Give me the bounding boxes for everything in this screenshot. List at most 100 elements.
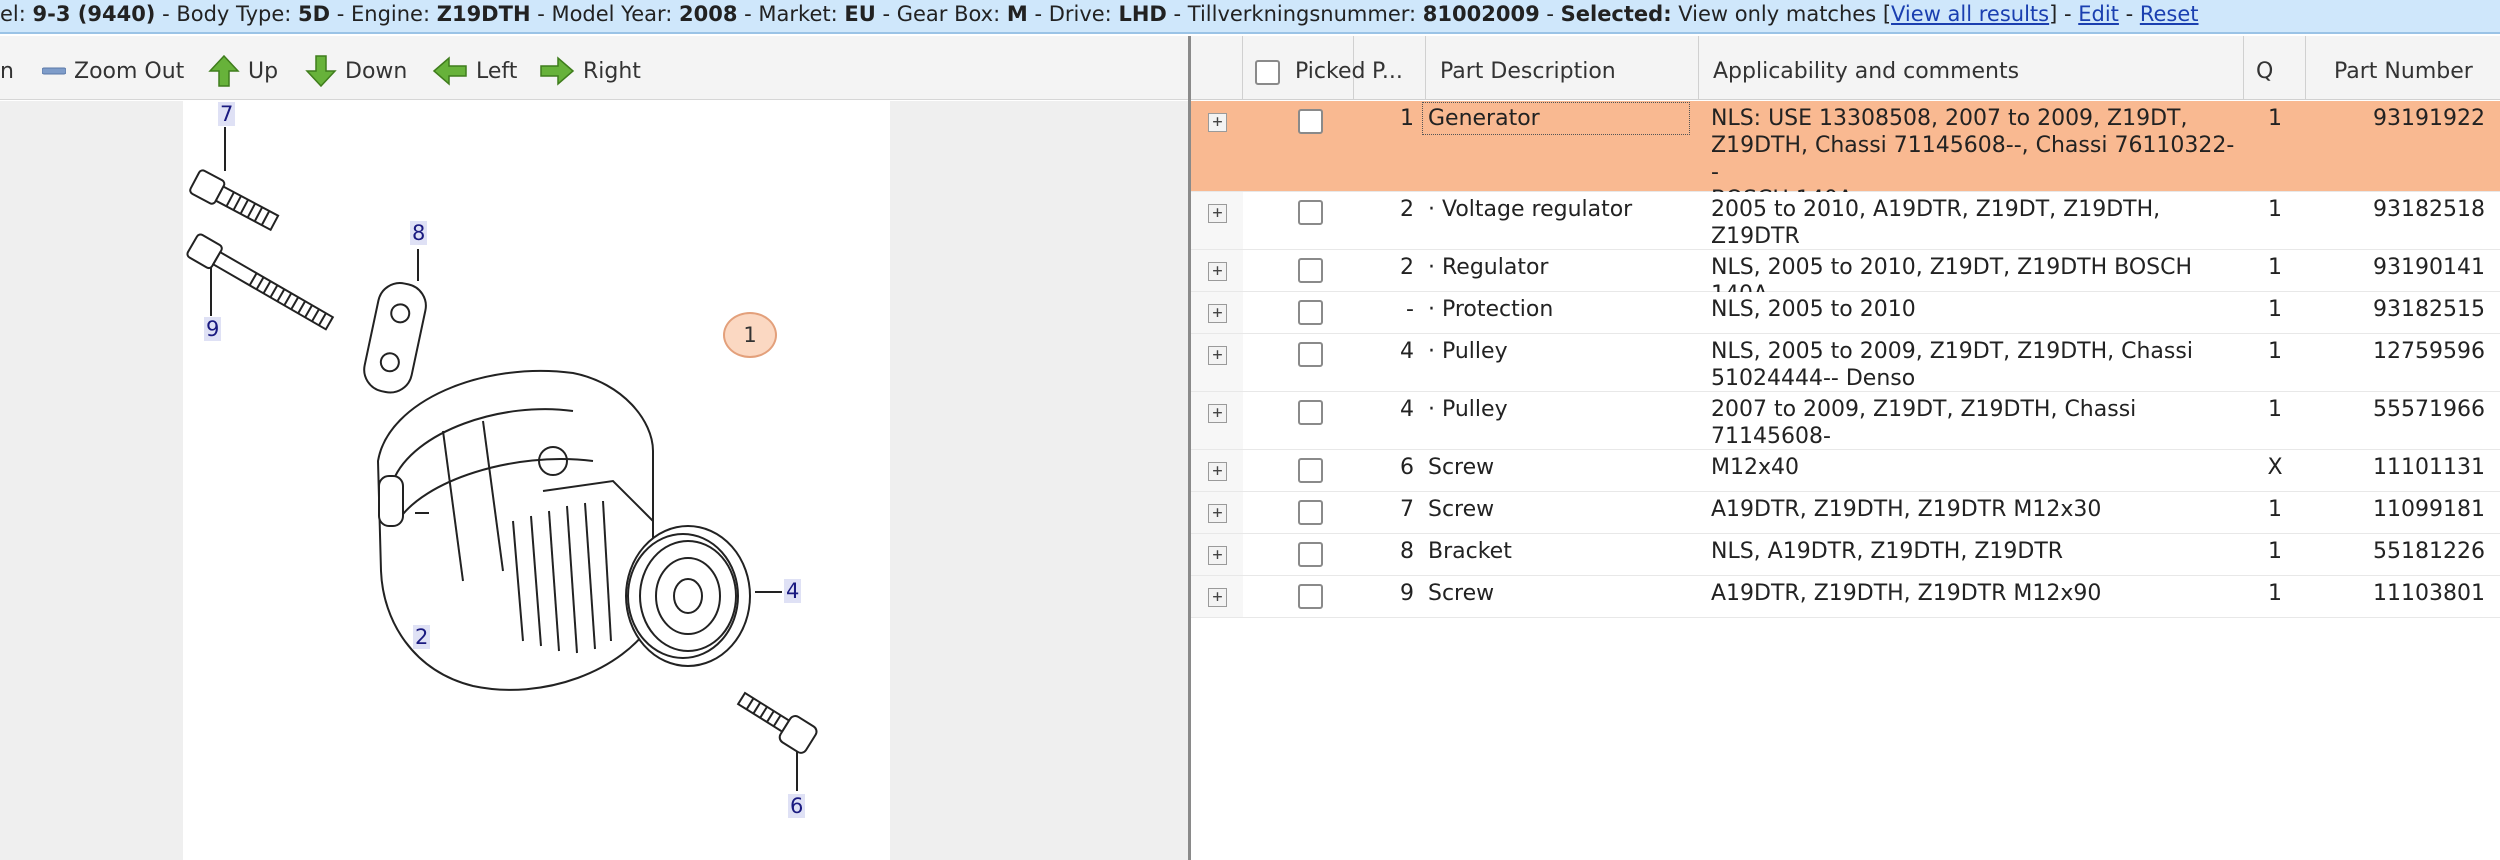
- expand-row-icon[interactable]: +: [1208, 304, 1227, 323]
- view-all-results-link[interactable]: View all results: [1891, 2, 2049, 26]
- expand-row-icon[interactable]: +: [1208, 113, 1227, 132]
- arrow-down-icon: [305, 54, 337, 88]
- row-part-description: Generator: [1422, 102, 1690, 135]
- row-part-description: · Pulley: [1428, 339, 1508, 364]
- row-part-number[interactable]: 93190141: [2306, 254, 2485, 281]
- expand-row-icon[interactable]: +: [1208, 546, 1227, 565]
- header-picked[interactable]: Picked: [1243, 36, 1365, 100]
- table-row[interactable]: +4 · Pulley 2007 to 2009, Z19DT, Z19DTH, C…: [1191, 392, 2500, 476]
- callout-4[interactable]: 4: [784, 579, 802, 603]
- vehicle-info-segment: -: [1539, 2, 1561, 26]
- row-position: 7: [1400, 497, 1414, 522]
- row-part-number[interactable]: 11099181: [2306, 496, 2485, 523]
- row-position: 4: [1400, 339, 1414, 364]
- expand-row-icon[interactable]: +: [1208, 504, 1227, 523]
- row-position: 2: [1400, 255, 1414, 280]
- row-part-number[interactable]: 93182515: [2306, 296, 2485, 323]
- exploded-view-diagram[interactable]: 7 8 9 1 2 4 6: [183, 101, 890, 860]
- row-position: 1: [1400, 106, 1414, 131]
- expand-row-icon[interactable]: +: [1208, 262, 1227, 281]
- row-part-number[interactable]: 55181226: [2306, 538, 2485, 565]
- picked-checkbox[interactable]: [1298, 400, 1323, 425]
- expand-row-icon[interactable]: +: [1208, 588, 1227, 607]
- row-quantity: 1: [2268, 497, 2282, 522]
- row-part-number[interactable]: 11101131: [2306, 454, 2485, 481]
- header-position[interactable]: P...: [1354, 36, 1426, 100]
- pan-left-button[interactable]: Left: [432, 54, 517, 88]
- pan-down-button[interactable]: Down: [305, 54, 407, 88]
- header-applicability[interactable]: Applicability and comments: [1699, 36, 2244, 100]
- row-part-number[interactable]: 55571966: [2306, 396, 2485, 423]
- row-part-number[interactable]: 12759596: [2306, 338, 2485, 365]
- vehicle-info-segment: - Drive:: [1027, 2, 1119, 26]
- callout-6[interactable]: 6: [788, 794, 806, 818]
- row-part-description: · Protection: [1428, 297, 1554, 322]
- applicability-line: 2005 to 2010, A19DTR, Z19DT, Z19DTH, Z19…: [1711, 197, 2161, 249]
- picked-checkbox[interactable]: [1298, 300, 1323, 325]
- vehicle-info-bar: el: 9-3 (9440) - Body Type: 5D - Engine:…: [0, 0, 2500, 34]
- header-part-description[interactable]: Part Description: [1426, 36, 1699, 100]
- applicability-line: M12x40: [1711, 455, 1799, 480]
- pan-right-button[interactable]: Right: [539, 54, 641, 88]
- diagram-toolbar: n Zoom Out Up Down Left Right: [0, 36, 1188, 100]
- vehicle-info-segment: el:: [0, 2, 33, 26]
- table-row[interactable]: + - · Protection NLS, 2005 to 2010 1 93182515: [1191, 292, 2500, 334]
- table-row[interactable]: +7 Screw A19DTR, Z19DTH, Z19DTR M12x30 1 110…: [1191, 492, 2500, 534]
- header-quantity[interactable]: Q: [2244, 36, 2306, 100]
- row-quantity: 1: [2268, 255, 2282, 280]
- row-part-number[interactable]: 11103801: [2306, 580, 2485, 607]
- expand-row-icon[interactable]: +: [1208, 204, 1227, 223]
- picked-checkbox[interactable]: [1298, 342, 1323, 367]
- down-label: Down: [345, 58, 408, 84]
- callout-9[interactable]: 9: [204, 317, 222, 341]
- pan-up-button[interactable]: Up: [208, 54, 278, 88]
- row-applicability: NLS, 2005 to 2009, Z19DT, Z19DTH, Chassi…: [1711, 338, 2241, 392]
- row-part-number[interactable]: 93191922: [2306, 105, 2485, 132]
- applicability-line: NLS: USE 13308508, 2007 to 2009, Z19DT,: [1711, 106, 2188, 131]
- info-separator: ] -: [2049, 2, 2079, 26]
- picked-checkbox[interactable]: [1298, 500, 1323, 525]
- callout-8[interactable]: 8: [410, 221, 428, 245]
- table-row[interactable]: +9 Screw A19DTR, Z19DTH, Z19DTR M12x90 1 111…: [1191, 576, 2500, 618]
- picked-checkbox[interactable]: [1298, 584, 1323, 609]
- table-row[interactable]: +2 · Regulator NLS, 2005 to 2010, Z19DT, Z…: [1191, 250, 2500, 307]
- picked-checkbox[interactable]: [1298, 542, 1323, 567]
- vehicle-info-segment: 81002009: [1422, 2, 1540, 26]
- applicability-line: 2007 to 2009, Z19DT, Z19DTH, Chassi 7114…: [1711, 397, 2137, 449]
- row-applicability: A19DTR, Z19DTH, Z19DTR M12x30: [1711, 496, 2241, 523]
- table-row[interactable]: +6 Screw M12x40 X 11101131: [1191, 450, 2500, 492]
- row-quantity: 1: [2268, 397, 2282, 422]
- header-part-number[interactable]: Part Number: [2306, 36, 2500, 100]
- select-all-checkbox[interactable]: [1255, 59, 1280, 85]
- edit-link[interactable]: Edit: [2078, 2, 2119, 26]
- left-label: Left: [476, 58, 518, 84]
- table-row[interactable]: +4 · Pulley NLS, 2005 to 2009, Z19DT, Z19D…: [1191, 334, 2500, 392]
- picked-checkbox[interactable]: [1298, 200, 1323, 225]
- grid-header-row: Picked P... Part Description Applicabili…: [1191, 36, 2500, 100]
- expand-row-icon[interactable]: +: [1208, 462, 1227, 481]
- right-label: Right: [583, 58, 641, 84]
- callout-2[interactable]: 2: [413, 625, 431, 649]
- row-part-number[interactable]: 93182518: [2306, 196, 2485, 223]
- picked-checkbox[interactable]: [1298, 109, 1323, 134]
- vehicle-info-segment: - Body Type:: [155, 2, 299, 26]
- row-position: 2: [1400, 197, 1414, 222]
- table-row[interactable]: +8 Bracket NLS, A19DTR, Z19DTH, Z19DTR 1 551…: [1191, 534, 2500, 576]
- callout-7[interactable]: 7: [218, 102, 236, 126]
- expand-row-icon[interactable]: +: [1208, 346, 1227, 365]
- row-quantity: 1: [2268, 197, 2282, 222]
- vehicle-info-segment: M: [1006, 2, 1028, 26]
- picked-checkbox[interactable]: [1298, 458, 1323, 483]
- zoom-out-button[interactable]: Zoom Out: [42, 54, 184, 88]
- row-position: 4: [1400, 397, 1414, 422]
- applicability-line: 51024444-- Denso: [1711, 366, 1916, 391]
- row-quantity: 1: [2268, 106, 2282, 131]
- callout-1-highlighted[interactable]: 1: [723, 312, 777, 358]
- zoom-in-button[interactable]: n: [0, 54, 14, 88]
- diagram-pane: 7 8 9 1 2 4 6: [0, 101, 1188, 860]
- picked-checkbox[interactable]: [1298, 258, 1323, 283]
- table-row[interactable]: +2 · Voltage regulator 2005 to 2010, A19DT…: [1191, 192, 2500, 276]
- reset-link[interactable]: Reset: [2140, 2, 2199, 26]
- table-row-selected[interactable]: +1 Generator NLS: USE 13308508, 2007 to 20…: [1191, 101, 2500, 212]
- expand-row-icon[interactable]: +: [1208, 404, 1227, 423]
